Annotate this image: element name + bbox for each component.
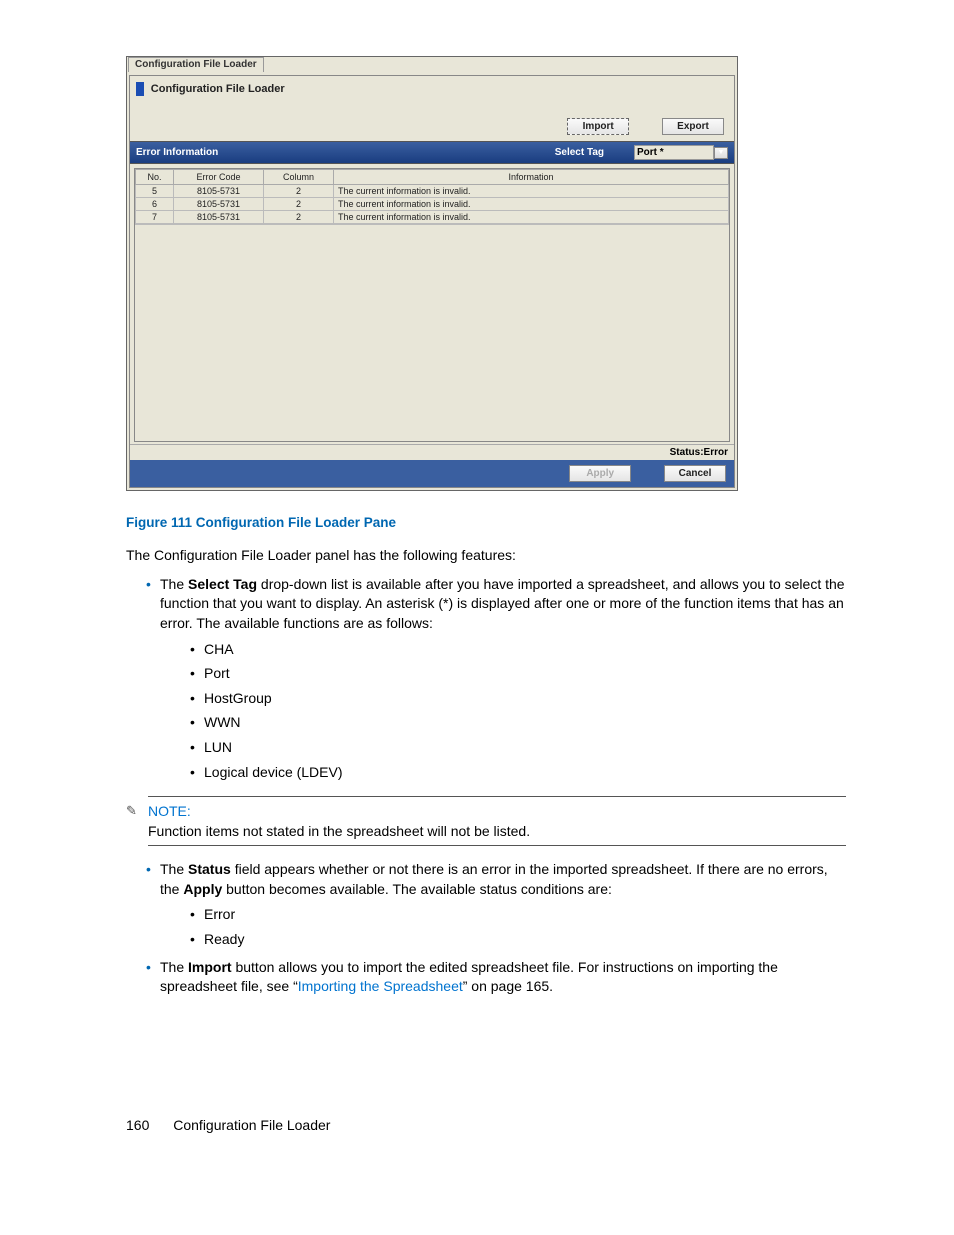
panel-title-row: Configuration File Loader xyxy=(130,76,734,100)
tab-config-file-loader[interactable]: Configuration File Loader xyxy=(128,57,264,72)
cell-col: 2 xyxy=(264,198,334,211)
error-table: No. Error Code Column Information 5 8105… xyxy=(135,169,729,224)
cell-no: 7 xyxy=(136,211,174,224)
cell-col: 2 xyxy=(264,211,334,224)
note-block: ✎ NOTE: Function items not stated in the… xyxy=(126,796,846,846)
cell-info: The current information is invalid. xyxy=(334,211,729,224)
func-item: LUN xyxy=(190,738,846,758)
status-field: Status:Error xyxy=(130,444,734,460)
table-row[interactable]: 6 8105-5731 2 The current information is… xyxy=(136,198,729,211)
page-footer: 160 Configuration File Loader xyxy=(126,1117,846,1133)
footer-title: Configuration File Loader xyxy=(173,1117,330,1133)
cell-no: 6 xyxy=(136,198,174,211)
cell-err: 8105-5731 xyxy=(174,211,264,224)
table-row[interactable]: 7 8105-5731 2 The current information is… xyxy=(136,211,729,224)
note-icon: ✎ xyxy=(126,803,144,819)
col-column: Column xyxy=(264,170,334,185)
func-item: WWN xyxy=(190,713,846,733)
page-number: 160 xyxy=(126,1117,149,1133)
feature-import: The Import button allows you to import t… xyxy=(146,958,846,997)
config-file-loader-panel: Configuration File Loader Configuration … xyxy=(126,56,738,491)
import-button[interactable]: Import xyxy=(567,118,629,135)
status-item: Ready xyxy=(190,930,846,950)
cell-no: 5 xyxy=(136,185,174,198)
col-error-code: Error Code xyxy=(174,170,264,185)
cell-err: 8105-5731 xyxy=(174,198,264,211)
func-item: Logical device (LDEV) xyxy=(190,763,846,783)
note-rule-top xyxy=(148,796,846,797)
cancel-button[interactable]: Cancel xyxy=(664,465,726,482)
func-item: CHA xyxy=(190,640,846,660)
chevron-down-icon[interactable]: ▼ xyxy=(714,147,728,159)
error-grid: No. Error Code Column Information 5 8105… xyxy=(134,168,730,442)
feature-select-tag: The Select Tag drop-down list is availab… xyxy=(146,575,846,782)
table-row[interactable]: 5 8105-5731 2 The current information is… xyxy=(136,185,729,198)
select-tag-label: Select Tag xyxy=(555,147,604,158)
grid-empty-area xyxy=(135,224,729,441)
intro-paragraph: The Configuration File Loader panel has … xyxy=(126,546,846,565)
note-body: Function items not stated in the spreads… xyxy=(126,823,846,839)
note-heading: NOTE: xyxy=(148,803,191,819)
figure-caption: Figure 111 Configuration File Loader Pan… xyxy=(126,515,846,530)
cell-err: 8105-5731 xyxy=(174,185,264,198)
panel-inner: Configuration File Loader Import Export … xyxy=(129,75,735,488)
feature-status: The Status field appears whether or not … xyxy=(146,860,846,949)
top-button-row: Import Export xyxy=(130,100,734,141)
func-item: HostGroup xyxy=(190,689,846,709)
func-item: Port xyxy=(190,664,846,684)
cell-info: The current information is invalid. xyxy=(334,185,729,198)
select-tag-dropdown[interactable]: Port * xyxy=(634,145,714,160)
select-tag-value: Port * xyxy=(637,147,664,158)
panel-title: Configuration File Loader xyxy=(151,83,285,95)
title-accent-icon xyxy=(136,82,144,96)
error-info-bar: Error Information Select Tag Port * ▼ xyxy=(130,141,734,164)
cell-col: 2 xyxy=(264,185,334,198)
apply-button: Apply xyxy=(569,465,631,482)
col-no: No. xyxy=(136,170,174,185)
error-info-label: Error Information xyxy=(136,147,555,158)
tab-strip: Configuration File Loader xyxy=(127,57,737,75)
note-rule-bottom xyxy=(148,845,846,846)
status-item: Error xyxy=(190,905,846,925)
cell-info: The current information is invalid. xyxy=(334,198,729,211)
export-button[interactable]: Export xyxy=(662,118,724,135)
bottom-button-row: Apply Cancel xyxy=(130,460,734,487)
link-importing-spreadsheet[interactable]: Importing the Spreadsheet xyxy=(298,978,463,994)
col-information: Information xyxy=(334,170,729,185)
